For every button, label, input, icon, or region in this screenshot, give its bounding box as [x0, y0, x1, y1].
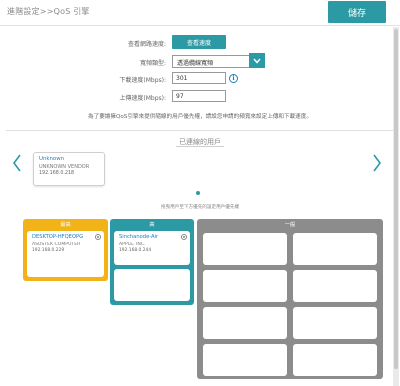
connection-type-label: 寬頻類型:	[139, 60, 166, 67]
carousel-indicator[interactable]	[196, 191, 200, 195]
client-ip: 192.168.0.244	[119, 248, 152, 253]
scrollbar[interactable]	[393, 27, 399, 386]
view-network-label: 查看網路速度:	[127, 41, 166, 48]
priority-high-label: 高	[149, 221, 155, 228]
priority-highest-label: 最高	[60, 221, 71, 228]
client-card[interactable]: Unknown UNKNOWN VENDOR 192.168.0.218	[33, 152, 105, 186]
priority-normal-label: 一般	[284, 221, 296, 228]
chevron-right-icon[interactable]	[372, 153, 382, 173]
gear-icon[interactable]	[95, 234, 101, 240]
scrollbar-thumb[interactable]	[394, 29, 398, 369]
empty-slot[interactable]	[203, 344, 287, 376]
title-underline	[176, 146, 224, 147]
empty-slot[interactable]	[114, 269, 190, 301]
priority-normal-zone[interactable]: 一般	[197, 219, 383, 379]
download-speed-input[interactable]: 97	[172, 90, 226, 102]
client-name: Sinchanode-Air	[119, 234, 159, 240]
page-title: 進階設定>>QoS 引擎	[7, 7, 90, 16]
view-speed-button[interactable]: 查看速度	[172, 35, 226, 49]
client-name: DESKTOP-HFQEOPG	[32, 234, 84, 240]
empty-slot[interactable]	[293, 270, 377, 302]
client-vendor: APPLE, INC.	[119, 242, 146, 247]
download-speed-label: 上傳速度(Mbps):	[119, 95, 166, 102]
empty-slot[interactable]	[293, 344, 377, 376]
top-bar: 進階設定>>QoS 引擎 儲存	[0, 0, 400, 26]
client-name: Unknown	[39, 156, 65, 162]
client-card[interactable]: DESKTOP-HFQEOPG ASUSTEK COMPUTER 192.168…	[27, 231, 104, 277]
empty-slot[interactable]	[203, 233, 287, 265]
connection-type-select[interactable]: 透過纜線寬頻	[172, 55, 250, 68]
save-button[interactable]: 儲存	[328, 1, 386, 23]
empty-slot[interactable]	[293, 307, 377, 339]
upload-speed-input[interactable]: 301	[172, 72, 226, 84]
drag-hint: 拖曳用戶至下方優先的設定用戶優先權	[160, 205, 240, 210]
client-ip: 192.168.0.229	[32, 248, 65, 253]
qos-panel: 進階設定>>QoS 引擎 儲存 查看網路速度: 查看速度 寬頻類型: 透過纜線寬…	[0, 0, 400, 386]
chevron-left-icon[interactable]	[12, 153, 22, 173]
empty-slot[interactable]	[293, 233, 377, 265]
chevron-down-icon[interactable]	[249, 53, 265, 68]
upload-speed-label: 下載速度(Mbps):	[119, 77, 166, 84]
gear-icon[interactable]	[181, 234, 187, 240]
client-vendor: ASUSTEK COMPUTER	[32, 242, 81, 247]
empty-slot[interactable]	[203, 307, 287, 339]
empty-slot[interactable]	[203, 270, 287, 302]
client-card[interactable]: Sinchanode-Air APPLE, INC. 192.168.0.244	[114, 231, 190, 265]
client-ip: 192.168.0.218	[39, 171, 75, 176]
priority-high-zone[interactable]: 高 Sinchanode-Air APPLE, INC. 192.168.0.2…	[110, 219, 194, 305]
priority-highest-zone[interactable]: 最高 DESKTOP-HFQEOPG ASUSTEK COMPUTER 192.…	[23, 219, 108, 281]
bandwidth-note: 為了要讓擁QoS引擎來提供隨線的用戶優先權，請設您申請的頻寬來設定上傳和下載速度…	[88, 114, 312, 120]
divider	[6, 130, 394, 131]
client-vendor: UNKNOWN VENDOR	[39, 164, 90, 170]
info-icon[interactable]: i	[229, 74, 238, 83]
